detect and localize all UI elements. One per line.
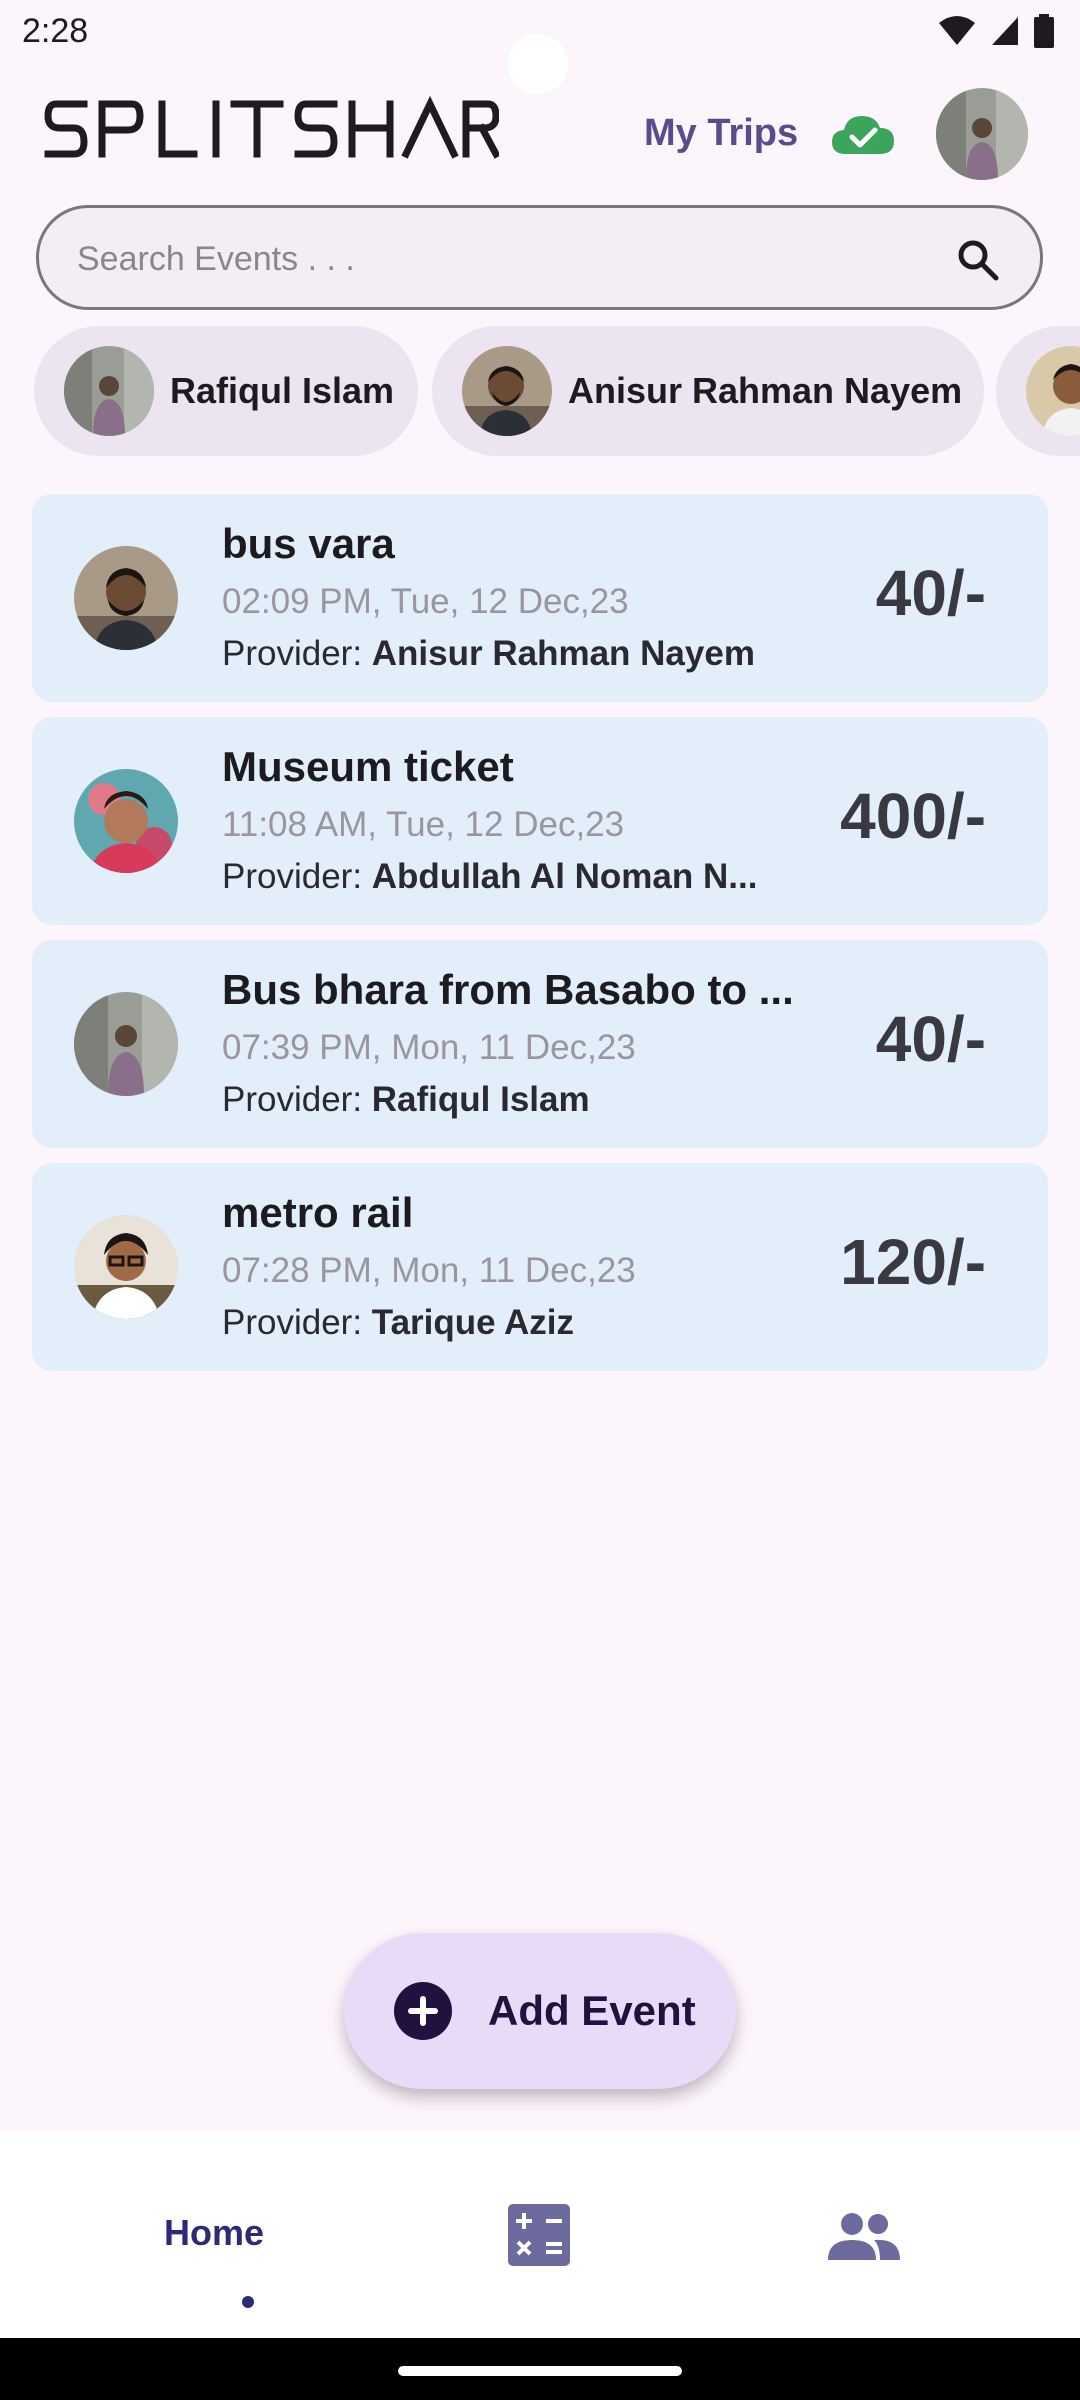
cloud-sync-icon[interactable] bbox=[830, 110, 896, 158]
event-provider: Provider: Tarique Aziz bbox=[222, 1303, 802, 1343]
avatar bbox=[462, 346, 552, 436]
provider-avatar bbox=[74, 546, 178, 650]
event-provider: Provider: Anisur Rahman Nayem bbox=[222, 634, 802, 674]
event-title: Bus bhara from Basabo to ... bbox=[222, 966, 794, 1013]
member-chip[interactable] bbox=[996, 326, 1080, 456]
event-card[interactable]: Museum ticket 11:08 AM, Tue, 12 Dec,23 P… bbox=[32, 717, 1048, 925]
status-bar: 2:28 bbox=[0, 0, 1080, 94]
provider-name: Anisur Rahman Nayem bbox=[371, 634, 755, 673]
event-card[interactable]: Bus bhara from Basabo to ... 07:39 PM, M… bbox=[32, 940, 1048, 1148]
app-header: My Trips bbox=[0, 88, 1080, 188]
add-event-label: Add Event bbox=[488, 1987, 696, 2034]
camera-cutout bbox=[508, 34, 568, 94]
calculator-icon bbox=[508, 2204, 570, 2266]
event-card[interactable]: bus vara 02:09 PM, Tue, 12 Dec,23 Provid… bbox=[32, 494, 1048, 702]
search-icon[interactable] bbox=[956, 238, 1000, 282]
nav-calculator[interactable] bbox=[360, 2132, 720, 2338]
provider-label: Provider: bbox=[222, 634, 372, 673]
event-amount: 400/- bbox=[840, 780, 986, 852]
provider-avatar bbox=[74, 769, 178, 873]
event-title: Museum ticket bbox=[222, 743, 514, 790]
event-amount: 40/- bbox=[875, 557, 986, 629]
avatar bbox=[64, 346, 154, 436]
bottom-navigation: Home bbox=[0, 2132, 1080, 2338]
member-name: Anisur Rahman Nayem bbox=[568, 370, 963, 411]
status-icons bbox=[938, 14, 1054, 48]
provider-name: Tarique Aziz bbox=[371, 1303, 575, 1342]
event-title: bus vara bbox=[222, 520, 395, 567]
avatar bbox=[1026, 346, 1080, 436]
add-circle-icon bbox=[394, 1982, 452, 2040]
provider-name: Rafiqul Islam bbox=[371, 1080, 590, 1119]
splitshare-logo bbox=[44, 95, 499, 159]
provider-label: Provider: bbox=[222, 857, 372, 896]
event-time: 07:28 PM, Mon, 11 Dec,23 bbox=[222, 1251, 636, 1290]
home-gesture-handle[interactable] bbox=[398, 2366, 682, 2376]
provider-avatar bbox=[74, 992, 178, 1096]
member-chips: Rafiqul Islam Anisur Rahman Nayem bbox=[0, 326, 1080, 456]
provider-avatar bbox=[74, 1215, 178, 1319]
nav-home[interactable]: Home bbox=[34, 2132, 394, 2338]
gesture-navigation-area bbox=[0, 2338, 1080, 2400]
event-provider: Provider: Abdullah Al Noman N... bbox=[222, 857, 802, 897]
member-chip[interactable]: Rafiqul Islam bbox=[34, 326, 418, 456]
provider-label: Provider: bbox=[222, 1303, 372, 1342]
event-amount: 40/- bbox=[875, 1003, 986, 1075]
profile-avatar[interactable] bbox=[936, 88, 1028, 180]
event-time: 11:08 AM, Tue, 12 Dec,23 bbox=[222, 805, 625, 844]
search-bar[interactable] bbox=[36, 205, 1043, 310]
event-amount: 120/- bbox=[840, 1226, 986, 1298]
my-trips-link[interactable]: My Trips bbox=[644, 112, 798, 155]
nav-home-label: Home bbox=[163, 2212, 265, 2253]
member-chip[interactable]: Anisur Rahman Nayem bbox=[432, 326, 984, 456]
event-card[interactable]: metro rail 07:28 PM, Mon, 11 Dec,23 Prov… bbox=[32, 1163, 1048, 1371]
people-icon bbox=[828, 2213, 900, 2260]
signal-icon bbox=[992, 17, 1018, 45]
event-time: 02:09 PM, Tue, 12 Dec,23 bbox=[222, 582, 629, 621]
nav-people[interactable] bbox=[720, 2132, 1080, 2338]
battery-icon bbox=[1034, 14, 1054, 48]
event-title: metro rail bbox=[222, 1189, 414, 1236]
nav-active-indicator bbox=[242, 2296, 254, 2308]
member-name: Rafiqul Islam bbox=[170, 370, 395, 411]
add-event-button[interactable]: Add Event bbox=[344, 1933, 736, 2089]
event-provider: Provider: Rafiqul Islam bbox=[222, 1080, 802, 1120]
wifi-icon bbox=[939, 16, 975, 45]
search-input[interactable] bbox=[77, 236, 937, 282]
provider-label: Provider: bbox=[222, 1080, 372, 1119]
status-time: 2:28 bbox=[22, 12, 89, 50]
event-time: 07:39 PM, Mon, 11 Dec,23 bbox=[222, 1028, 636, 1067]
provider-name: Abdullah Al Noman N... bbox=[371, 857, 758, 896]
